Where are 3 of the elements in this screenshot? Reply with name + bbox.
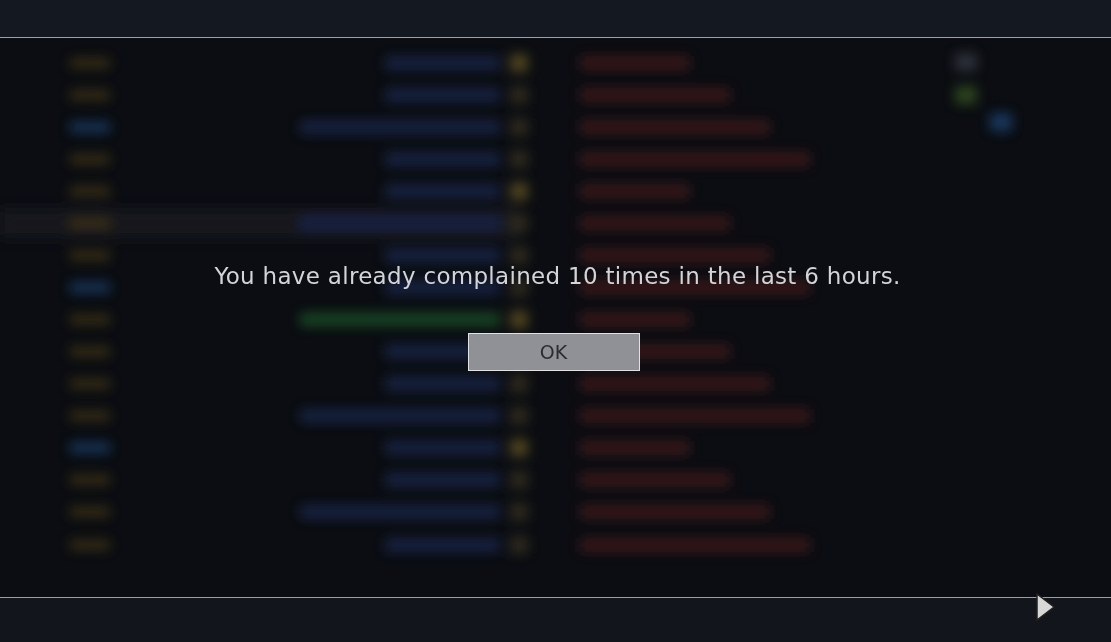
ok-button[interactable]: OK	[467, 333, 640, 371]
dialog-message: You have already complained 10 times in the last 6 hours.	[214, 262, 901, 291]
cursor-icon	[1036, 593, 1056, 621]
